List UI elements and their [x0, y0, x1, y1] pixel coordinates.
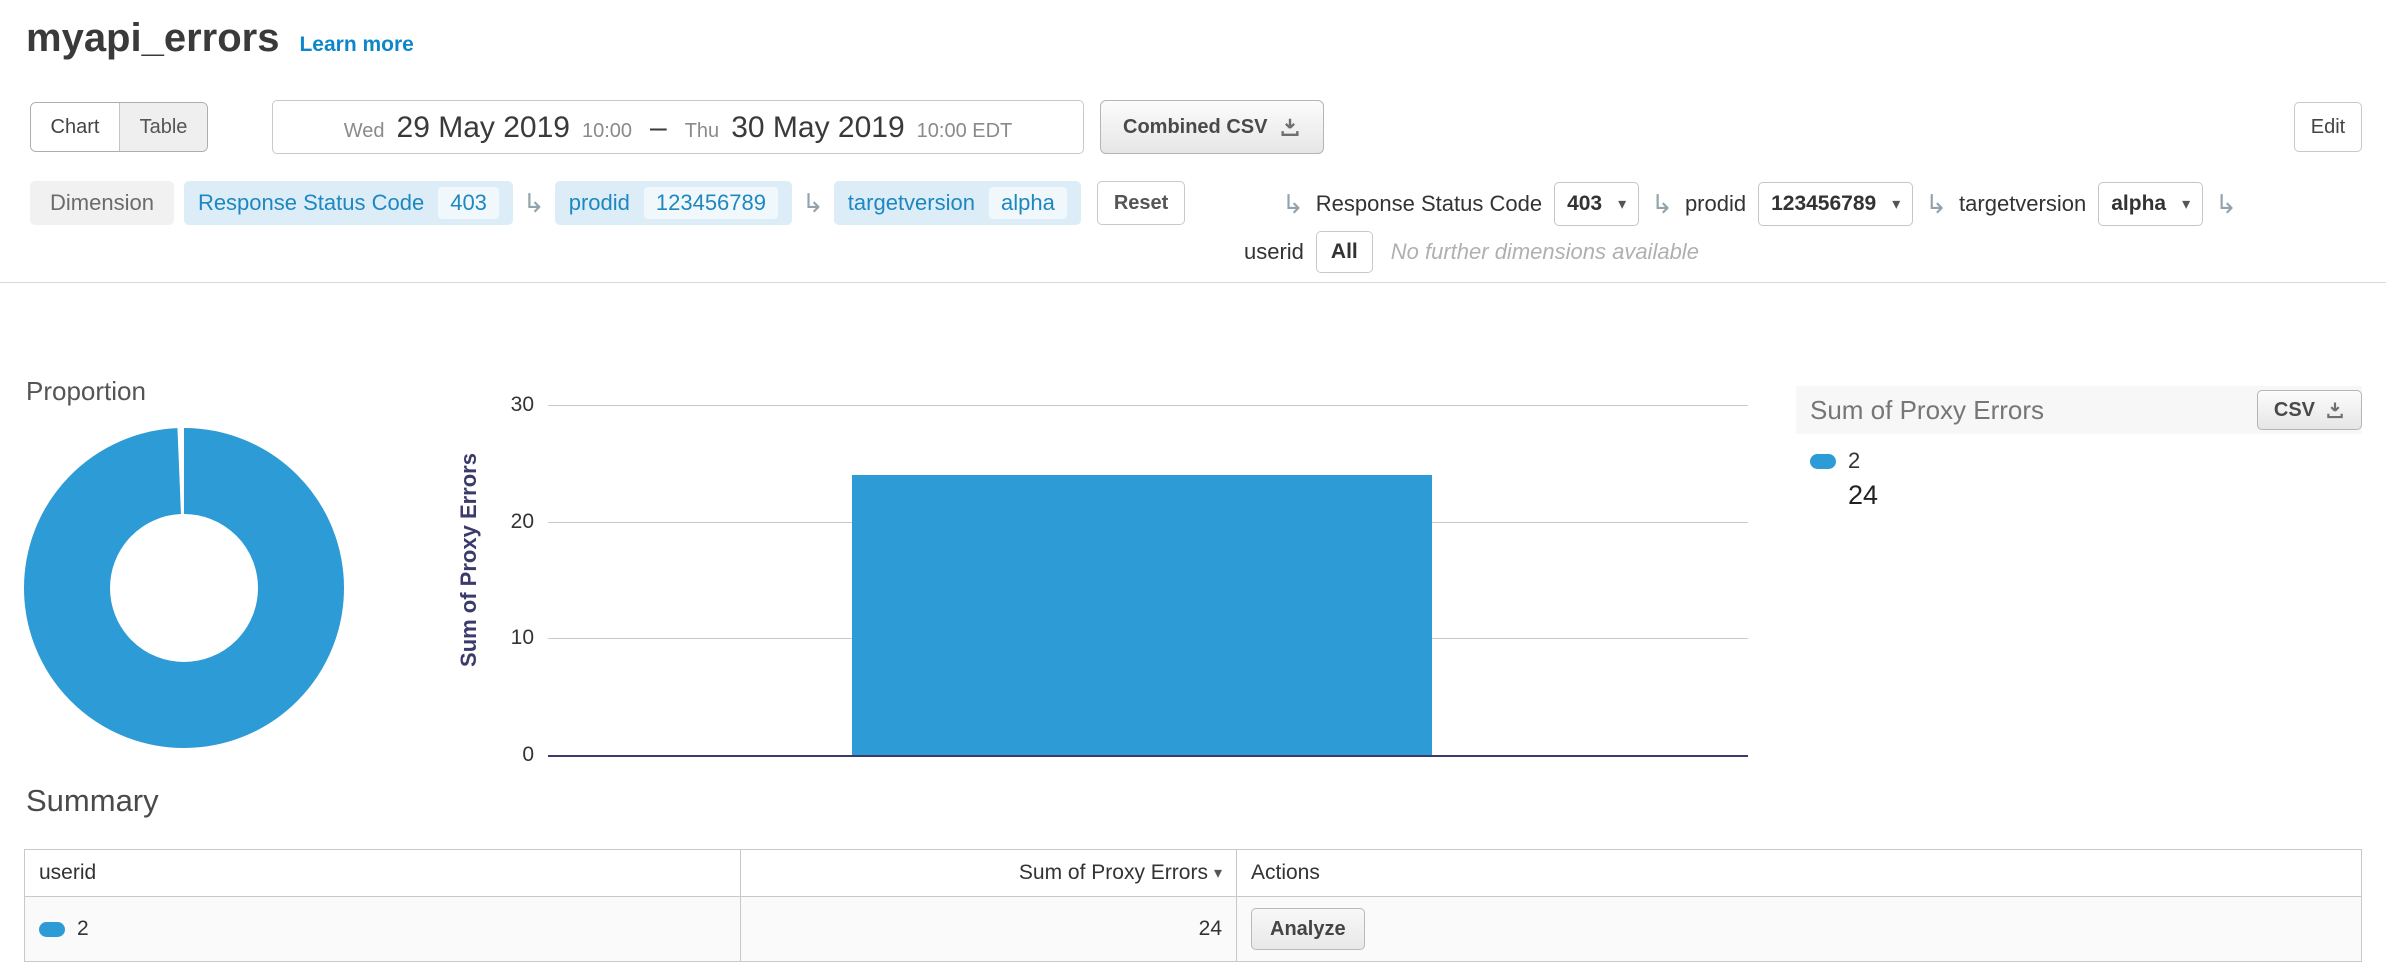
branch-arrow-icon: ↳: [1925, 191, 1947, 217]
select-value: 403: [1567, 192, 1602, 216]
legend-swatch: [39, 922, 65, 937]
csv-button[interactable]: CSV: [2257, 390, 2362, 430]
proportion-donut-chart[interactable]: [24, 412, 346, 762]
date-separator: –: [650, 111, 667, 145]
legend-item-value: 24: [1848, 480, 2362, 511]
table-row: 2 24 Analyze: [25, 897, 2361, 961]
col-header-sum[interactable]: Sum of Proxy Errors ▾: [741, 850, 1237, 896]
edit-button[interactable]: Edit: [2294, 102, 2362, 152]
legend-title: Sum of Proxy Errors: [1810, 395, 2044, 426]
combined-csv-button[interactable]: Combined CSV: [1100, 100, 1324, 154]
legend-header: Sum of Proxy Errors CSV: [1796, 386, 2362, 434]
analyze-button[interactable]: Analyze: [1251, 908, 1365, 950]
table-cell-actions: Analyze: [1237, 897, 2361, 961]
sort-desc-icon: ▾: [1214, 863, 1222, 883]
userid-label: userid: [1244, 239, 1304, 265]
legend-panel: Sum of Proxy Errors CSV 2 24: [1796, 386, 2362, 511]
chip-name: Response Status Code: [198, 190, 424, 216]
branch-arrow-icon: ↳: [1282, 191, 1304, 217]
gridline: [548, 755, 1748, 757]
prodid-select[interactable]: 123456789 ▾: [1758, 182, 1913, 226]
col-header-sum-label: Sum of Proxy Errors: [1019, 861, 1208, 885]
dimension-chip-targetversion[interactable]: targetversion alpha: [834, 181, 1081, 225]
caret-down-icon: ▾: [2182, 194, 2190, 214]
legend-item-label: 2: [1848, 448, 1860, 474]
branch-arrow-icon: ↳: [1651, 191, 1673, 217]
date-start-time: 10:00: [582, 120, 632, 143]
dimension-bar: Dimension Response Status Code 403 ↳ pro…: [30, 180, 1185, 226]
report-header: myapi_errors Learn more: [26, 16, 414, 61]
branch-arrow-icon: ↳: [802, 190, 824, 216]
proportion-label: Proportion: [26, 376, 146, 407]
response-status-code-select[interactable]: 403 ▾: [1554, 182, 1639, 226]
table-toggle-button[interactable]: Table: [119, 103, 207, 151]
table-cell-sum: 24: [741, 897, 1237, 961]
chip-value: alpha: [989, 187, 1067, 219]
summary-table: userid Sum of Proxy Errors ▾ Actions 2 2…: [24, 849, 2362, 962]
dimension-chip-response-status-code[interactable]: Response Status Code 403: [184, 181, 513, 225]
chip-value: 123456789: [644, 187, 778, 219]
targetversion-select[interactable]: alpha ▾: [2098, 182, 2203, 226]
bar-userid-2[interactable]: [852, 475, 1432, 755]
y-axis-title: Sum of Proxy Errors: [456, 453, 482, 667]
drilldown-row-2: userid All No further dimensions availab…: [1244, 229, 1699, 275]
chip-name: targetversion: [848, 190, 975, 216]
y-tick-label: 10: [511, 626, 534, 650]
date-end-day: Thu: [685, 120, 719, 143]
y-tick-label: 20: [511, 510, 534, 534]
chip-name: prodid: [569, 190, 630, 216]
reset-button[interactable]: Reset: [1097, 181, 1185, 225]
gridline: [548, 405, 1748, 406]
page-title: myapi_errors: [26, 16, 279, 61]
date-start-date: 29 May 2019: [397, 111, 570, 145]
date-range-picker[interactable]: Wed 29 May 2019 10:00 – Thu 30 May 2019 …: [272, 100, 1084, 154]
view-toggle: Chart Table: [30, 102, 208, 152]
date-start-day: Wed: [344, 120, 385, 143]
combined-csv-label: Combined CSV: [1123, 116, 1267, 139]
download-icon: [1279, 116, 1301, 138]
userid-value: 2: [77, 917, 89, 941]
col-header-actions: Actions: [1237, 850, 2361, 896]
select-value: alpha: [2111, 192, 2166, 216]
select-value: 123456789: [1771, 192, 1876, 216]
legend-swatch: [1810, 454, 1836, 469]
caret-down-icon: ▾: [1892, 194, 1900, 214]
date-end-time: 10:00 EDT: [917, 120, 1013, 143]
analytics-report-page: myapi_errors Learn more Chart Table Wed …: [0, 0, 2386, 968]
no-more-dimensions-text: No further dimensions available: [1391, 239, 1699, 265]
date-end-date: 30 May 2019: [731, 111, 904, 145]
chip-value: 403: [438, 187, 499, 219]
col-header-userid[interactable]: userid: [25, 850, 741, 896]
section-divider: [0, 282, 2386, 283]
bar-plot: 3020100: [548, 405, 1748, 755]
branch-arrow-icon: ↳: [2215, 191, 2237, 217]
y-tick-label: 30: [511, 393, 534, 417]
drilldown-name: Response Status Code: [1316, 191, 1542, 217]
toolbar: Chart Table Wed 29 May 2019 10:00 – Thu …: [30, 100, 2362, 154]
table-header-row: userid Sum of Proxy Errors ▾ Actions: [25, 850, 2361, 897]
drilldown-name: prodid: [1685, 191, 1746, 217]
y-tick-label: 0: [522, 743, 534, 767]
userid-all-button[interactable]: All: [1316, 231, 1373, 273]
chart-toggle-button[interactable]: Chart: [31, 103, 119, 151]
table-cell-userid: 2: [25, 897, 741, 961]
summary-title: Summary: [26, 783, 159, 819]
drilldown-name: targetversion: [1959, 191, 2086, 217]
branch-arrow-icon: ↳: [523, 190, 545, 216]
dimension-chip-prodid[interactable]: prodid 123456789: [555, 181, 792, 225]
learn-more-link[interactable]: Learn more: [299, 33, 413, 57]
legend-item[interactable]: 2: [1810, 448, 2362, 474]
dimension-label: Dimension: [30, 181, 174, 225]
caret-down-icon: ▾: [1618, 194, 1626, 214]
csv-label: CSV: [2274, 399, 2315, 422]
drilldown-row-1: ↳ Response Status Code 403 ▾ ↳ prodid 12…: [1282, 181, 2237, 227]
download-icon: [2325, 400, 2345, 420]
